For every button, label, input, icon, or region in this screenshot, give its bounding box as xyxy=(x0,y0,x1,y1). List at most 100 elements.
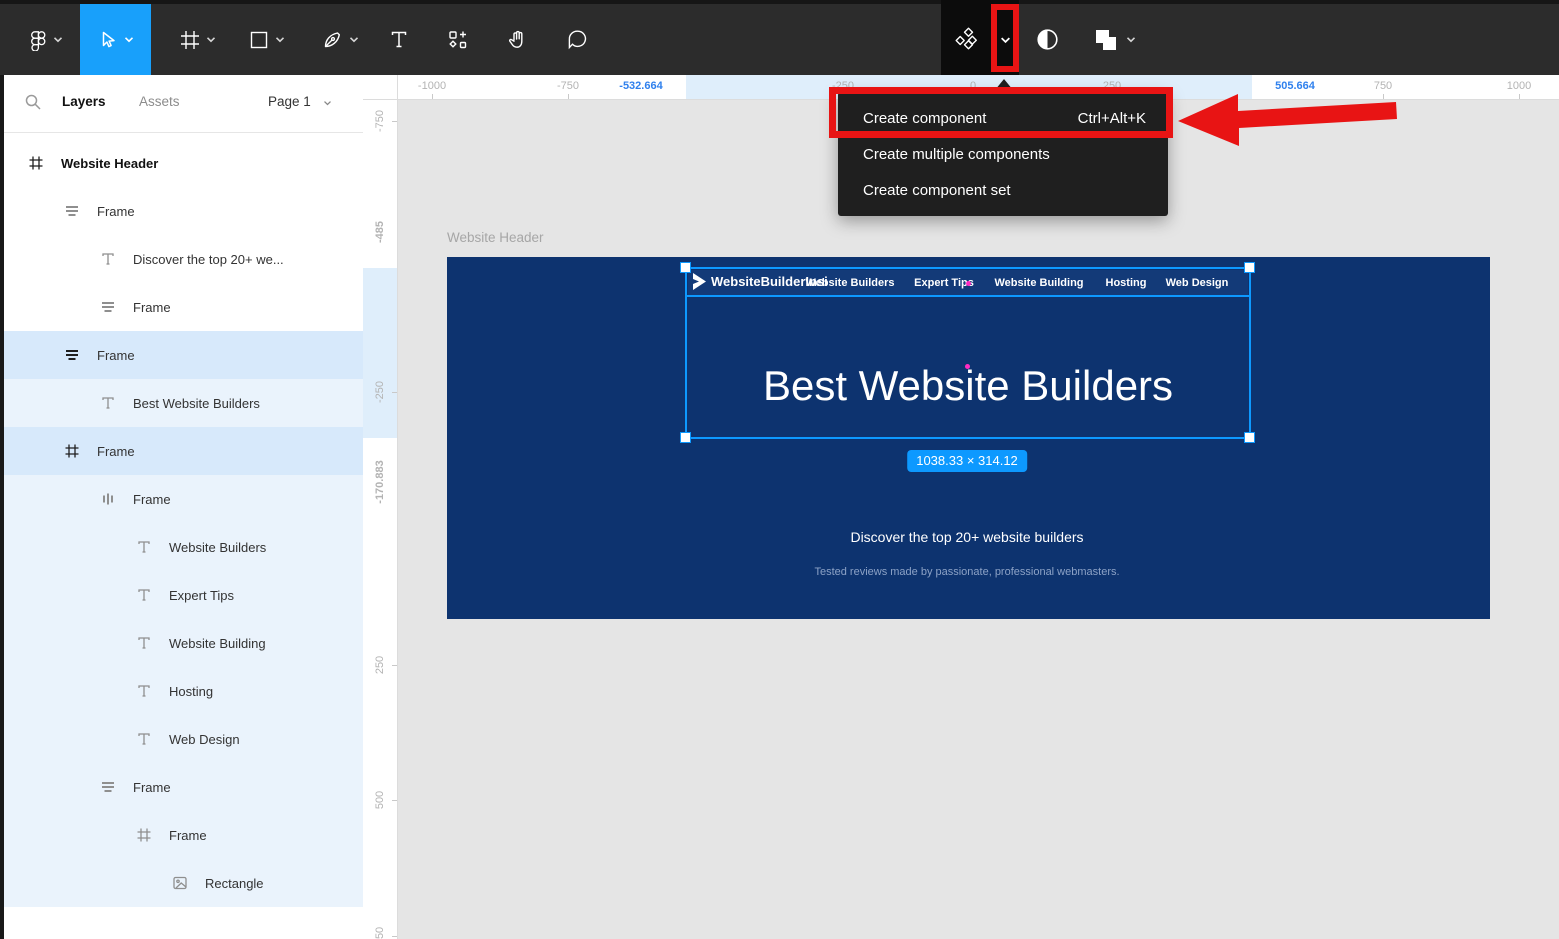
text-layer-icon xyxy=(136,731,152,747)
ruler-label: 750 xyxy=(374,926,386,939)
comment-icon xyxy=(566,28,589,51)
menu-item-create-multiple-components[interactable]: Create multiple components xyxy=(838,136,1168,172)
ruler-label: 500 xyxy=(374,790,386,810)
toolbar xyxy=(0,0,1559,75)
layer-name: Frame xyxy=(133,779,171,795)
layer-row-hosting[interactable]: Hosting xyxy=(0,667,363,715)
ruler-label: -1000 xyxy=(417,80,447,92)
tab-layers[interactable]: Layers xyxy=(62,94,106,109)
layer-name: Rectangle xyxy=(205,875,264,891)
ruler-label-selection: -170.883 xyxy=(374,460,386,504)
layer-name: Frame xyxy=(133,491,171,507)
annotation-highlight-create-component xyxy=(829,87,1173,138)
frame-tool-icon xyxy=(179,29,201,51)
layer-row-frame[interactable]: Frame xyxy=(0,475,363,523)
figma-main-menu-button[interactable] xyxy=(16,4,74,75)
layer-row-website-header[interactable]: Website Header xyxy=(0,139,363,187)
design-tagline-text[interactable]: Tested reviews made by passionate, profe… xyxy=(814,566,1119,578)
menu-item-label: Create multiple components xyxy=(863,145,1050,163)
ruler-label: -250 xyxy=(374,380,386,404)
frame-title-label[interactable]: Website Header xyxy=(447,230,544,245)
ruler-label: 250 xyxy=(374,655,386,675)
layer-name: Website Builders xyxy=(169,539,267,555)
hand-tool-icon xyxy=(507,29,529,51)
layer-name: Discover the top 20+ we... xyxy=(133,251,284,267)
selection-dimensions-badge: 1038.33 × 314.12 xyxy=(907,450,1027,472)
layer-name: Hosting xyxy=(169,683,214,699)
layer-row-frame-selected[interactable]: Frame xyxy=(0,427,363,475)
menu-item-create-component-set[interactable]: Create component set xyxy=(838,172,1168,208)
design-subheading-text[interactable]: Discover the top 20+ website builders xyxy=(850,529,1083,545)
layer-row-expert-tips[interactable]: Expert Tips xyxy=(0,571,363,619)
mask-tool-button[interactable] xyxy=(1030,4,1064,75)
create-component-button[interactable] xyxy=(950,4,986,75)
pen-tool-button[interactable] xyxy=(310,4,370,75)
frame-layer-icon xyxy=(136,827,152,843)
text-layer-icon xyxy=(136,635,152,651)
frame-tool-button[interactable] xyxy=(168,4,226,75)
layer-row-frame[interactable]: Frame xyxy=(0,283,363,331)
layer-name: Frame xyxy=(169,827,207,843)
layer-name: Website Header xyxy=(61,155,159,171)
ruler-label-selection: -532.664 xyxy=(619,80,663,92)
search-icon[interactable] xyxy=(24,93,42,116)
hand-tool-button[interactable] xyxy=(500,4,536,75)
layers-panel-header: Layers Assets Page 1 xyxy=(0,75,363,133)
text-layer-icon xyxy=(136,587,152,603)
layer-row-web-design[interactable]: Web Design xyxy=(0,715,363,763)
ruler-label-selection: -485 xyxy=(374,220,386,244)
selection-handle-bottom-right[interactable] xyxy=(1244,432,1255,443)
annotation-arrow xyxy=(1178,94,1397,146)
chevron-down-icon xyxy=(206,37,215,43)
layer-row-frame[interactable]: Frame xyxy=(0,763,363,811)
text-layer-icon xyxy=(136,683,152,699)
text-tool-button[interactable] xyxy=(382,4,416,75)
comment-tool-button[interactable] xyxy=(558,4,596,75)
tab-assets[interactable]: Assets xyxy=(139,94,180,109)
layers-tree: Website Header Frame Discover the top 20… xyxy=(0,139,363,907)
figma-app: Layers Assets Page 1 Website Header Fram… xyxy=(0,0,1559,939)
chevron-down-icon xyxy=(323,101,331,106)
annotation-highlight-chevron xyxy=(991,4,1019,72)
mask-icon xyxy=(1034,26,1061,53)
text-cursor-dot xyxy=(966,281,971,286)
auto-layout-horizontal-icon xyxy=(64,203,80,219)
move-tool-button[interactable] xyxy=(80,4,151,75)
menu-item-label: Create component set xyxy=(863,181,1011,199)
layer-row-discover-text[interactable]: Discover the top 20+ we... xyxy=(0,235,363,283)
boolean-operations-button[interactable] xyxy=(1084,4,1144,75)
auto-layout-horizontal-icon xyxy=(64,347,80,363)
text-layer-icon xyxy=(136,539,152,555)
layer-row-frame[interactable]: Frame xyxy=(0,811,363,859)
page-selector[interactable]: Page 1 xyxy=(268,94,332,109)
auto-layout-vertical-icon xyxy=(100,491,116,507)
selection-handle-top-left[interactable] xyxy=(680,262,691,273)
page-selector-label: Page 1 xyxy=(268,94,311,109)
layer-row-best-website-builders[interactable]: Best Website Builders xyxy=(0,379,363,427)
layer-row-rectangle[interactable]: Rectangle xyxy=(0,859,363,907)
move-cursor-icon xyxy=(97,29,117,51)
layer-name: Web Design xyxy=(169,731,240,747)
actions-resources-button[interactable] xyxy=(440,4,476,75)
layer-row-website-building[interactable]: Website Building xyxy=(0,619,363,667)
layer-row-frame[interactable]: Frame xyxy=(0,187,363,235)
chevron-down-icon xyxy=(275,37,285,43)
layer-name: Expert Tips xyxy=(169,587,235,603)
figma-logo-icon xyxy=(27,29,49,51)
text-layer-icon xyxy=(100,251,116,267)
layer-name: Frame xyxy=(97,347,135,363)
boolean-groups-icon xyxy=(1093,27,1119,53)
layer-row-website-builders[interactable]: Website Builders xyxy=(0,523,363,571)
component-icon xyxy=(955,26,982,53)
layer-name: Best Website Builders xyxy=(133,395,260,411)
text-tool-icon xyxy=(389,29,409,50)
shape-tool-button[interactable] xyxy=(238,4,296,75)
chevron-down-icon xyxy=(53,37,63,43)
selection-handle-bottom-left[interactable] xyxy=(680,432,691,443)
selection-inner-edge xyxy=(685,295,1251,297)
rectangle-tool-icon xyxy=(249,30,269,50)
layer-row-frame-selected[interactable]: Frame xyxy=(0,331,363,379)
selection-handle-top-right[interactable] xyxy=(1244,262,1255,273)
chevron-down-icon xyxy=(124,37,134,43)
layer-name: Frame xyxy=(97,443,135,459)
